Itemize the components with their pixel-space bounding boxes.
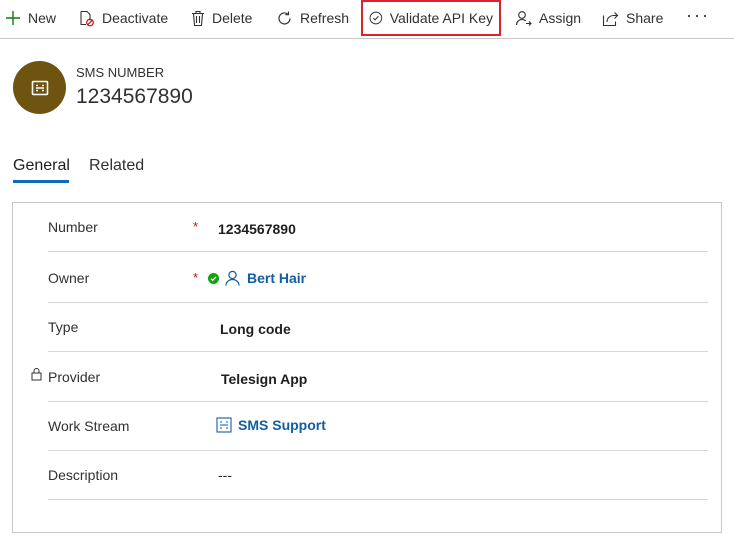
number-label: Number: [48, 219, 98, 235]
delete-button-label: Delete: [212, 10, 253, 26]
trash-icon: [192, 10, 204, 26]
work-stream-label: Work Stream: [48, 418, 130, 434]
number-field[interactable]: 1234567890: [218, 221, 296, 237]
sms-entity-icon: [31, 80, 48, 95]
required-indicator: *: [193, 219, 199, 234]
work-stream-link[interactable]: SMS Support: [238, 417, 326, 433]
entity-type-label: SMS NUMBER: [76, 65, 165, 80]
record-title: 1234567890: [76, 85, 193, 108]
plus-icon: [6, 11, 20, 25]
refresh-icon: [278, 11, 291, 24]
field-row-owner: Owner * Bert Hair: [48, 254, 708, 303]
more-commands-button[interactable]: ···: [686, 0, 710, 33]
command-bar: New Deactivate Delete Refresh Validate A…: [0, 0, 734, 39]
tab-selected-indicator: [13, 180, 69, 183]
check-circle-icon: [369, 11, 383, 25]
new-button[interactable]: New: [5, 0, 56, 36]
assign-button[interactable]: Assign: [515, 0, 581, 36]
description-field[interactable]: ---: [218, 467, 232, 483]
validate-api-key-label: Validate API Key: [389, 10, 493, 26]
field-row-description: Description ---: [48, 451, 708, 500]
more-commands-label: ···: [686, 4, 710, 25]
person-icon: [225, 270, 240, 286]
deactivate-button[interactable]: Deactivate: [78, 0, 168, 36]
presence-available-icon: [208, 272, 219, 284]
deactivate-icon: [80, 10, 94, 26]
refresh-button-label: Refresh: [300, 10, 350, 26]
owner-label: Owner: [48, 270, 90, 286]
refresh-button[interactable]: Refresh: [276, 0, 349, 36]
field-row-type: Type Long code: [48, 303, 708, 352]
provider-label: Provider: [48, 369, 101, 385]
owner-link[interactable]: Bert Hair: [247, 270, 306, 286]
tab-related[interactable]: Related: [89, 157, 144, 175]
type-label: Type: [48, 319, 79, 335]
description-label: Description: [48, 467, 119, 483]
deactivate-button-label: Deactivate: [102, 10, 169, 26]
assign-button-label: Assign: [539, 10, 582, 26]
tab-general[interactable]: General: [13, 157, 70, 175]
required-indicator: *: [193, 270, 199, 285]
share-button-label: Share: [626, 10, 664, 26]
field-row-number: Number * 1234567890: [48, 203, 708, 252]
validate-api-key-button[interactable]: Validate API Key: [361, 0, 501, 36]
work-stream-icon: [216, 417, 232, 433]
work-stream-lookup[interactable]: SMS Support: [216, 417, 326, 433]
delete-button[interactable]: Delete: [191, 0, 252, 36]
new-button-label: New: [28, 10, 57, 26]
owner-lookup[interactable]: Bert Hair: [208, 270, 306, 286]
avatar: [13, 61, 66, 114]
type-field[interactable]: Long code: [220, 321, 291, 337]
share-button[interactable]: Share: [602, 0, 663, 36]
general-section: Number * 1234567890 Owner * Bert Hair Ty…: [12, 202, 722, 533]
share-icon: [602, 11, 619, 26]
field-row-provider: Provider Telesign App: [31, 353, 708, 402]
field-row-work-stream: Work Stream SMS Support: [48, 402, 708, 451]
lock-icon: [31, 368, 42, 381]
provider-field: Telesign App: [221, 371, 308, 387]
assign-person-icon: [515, 10, 532, 26]
